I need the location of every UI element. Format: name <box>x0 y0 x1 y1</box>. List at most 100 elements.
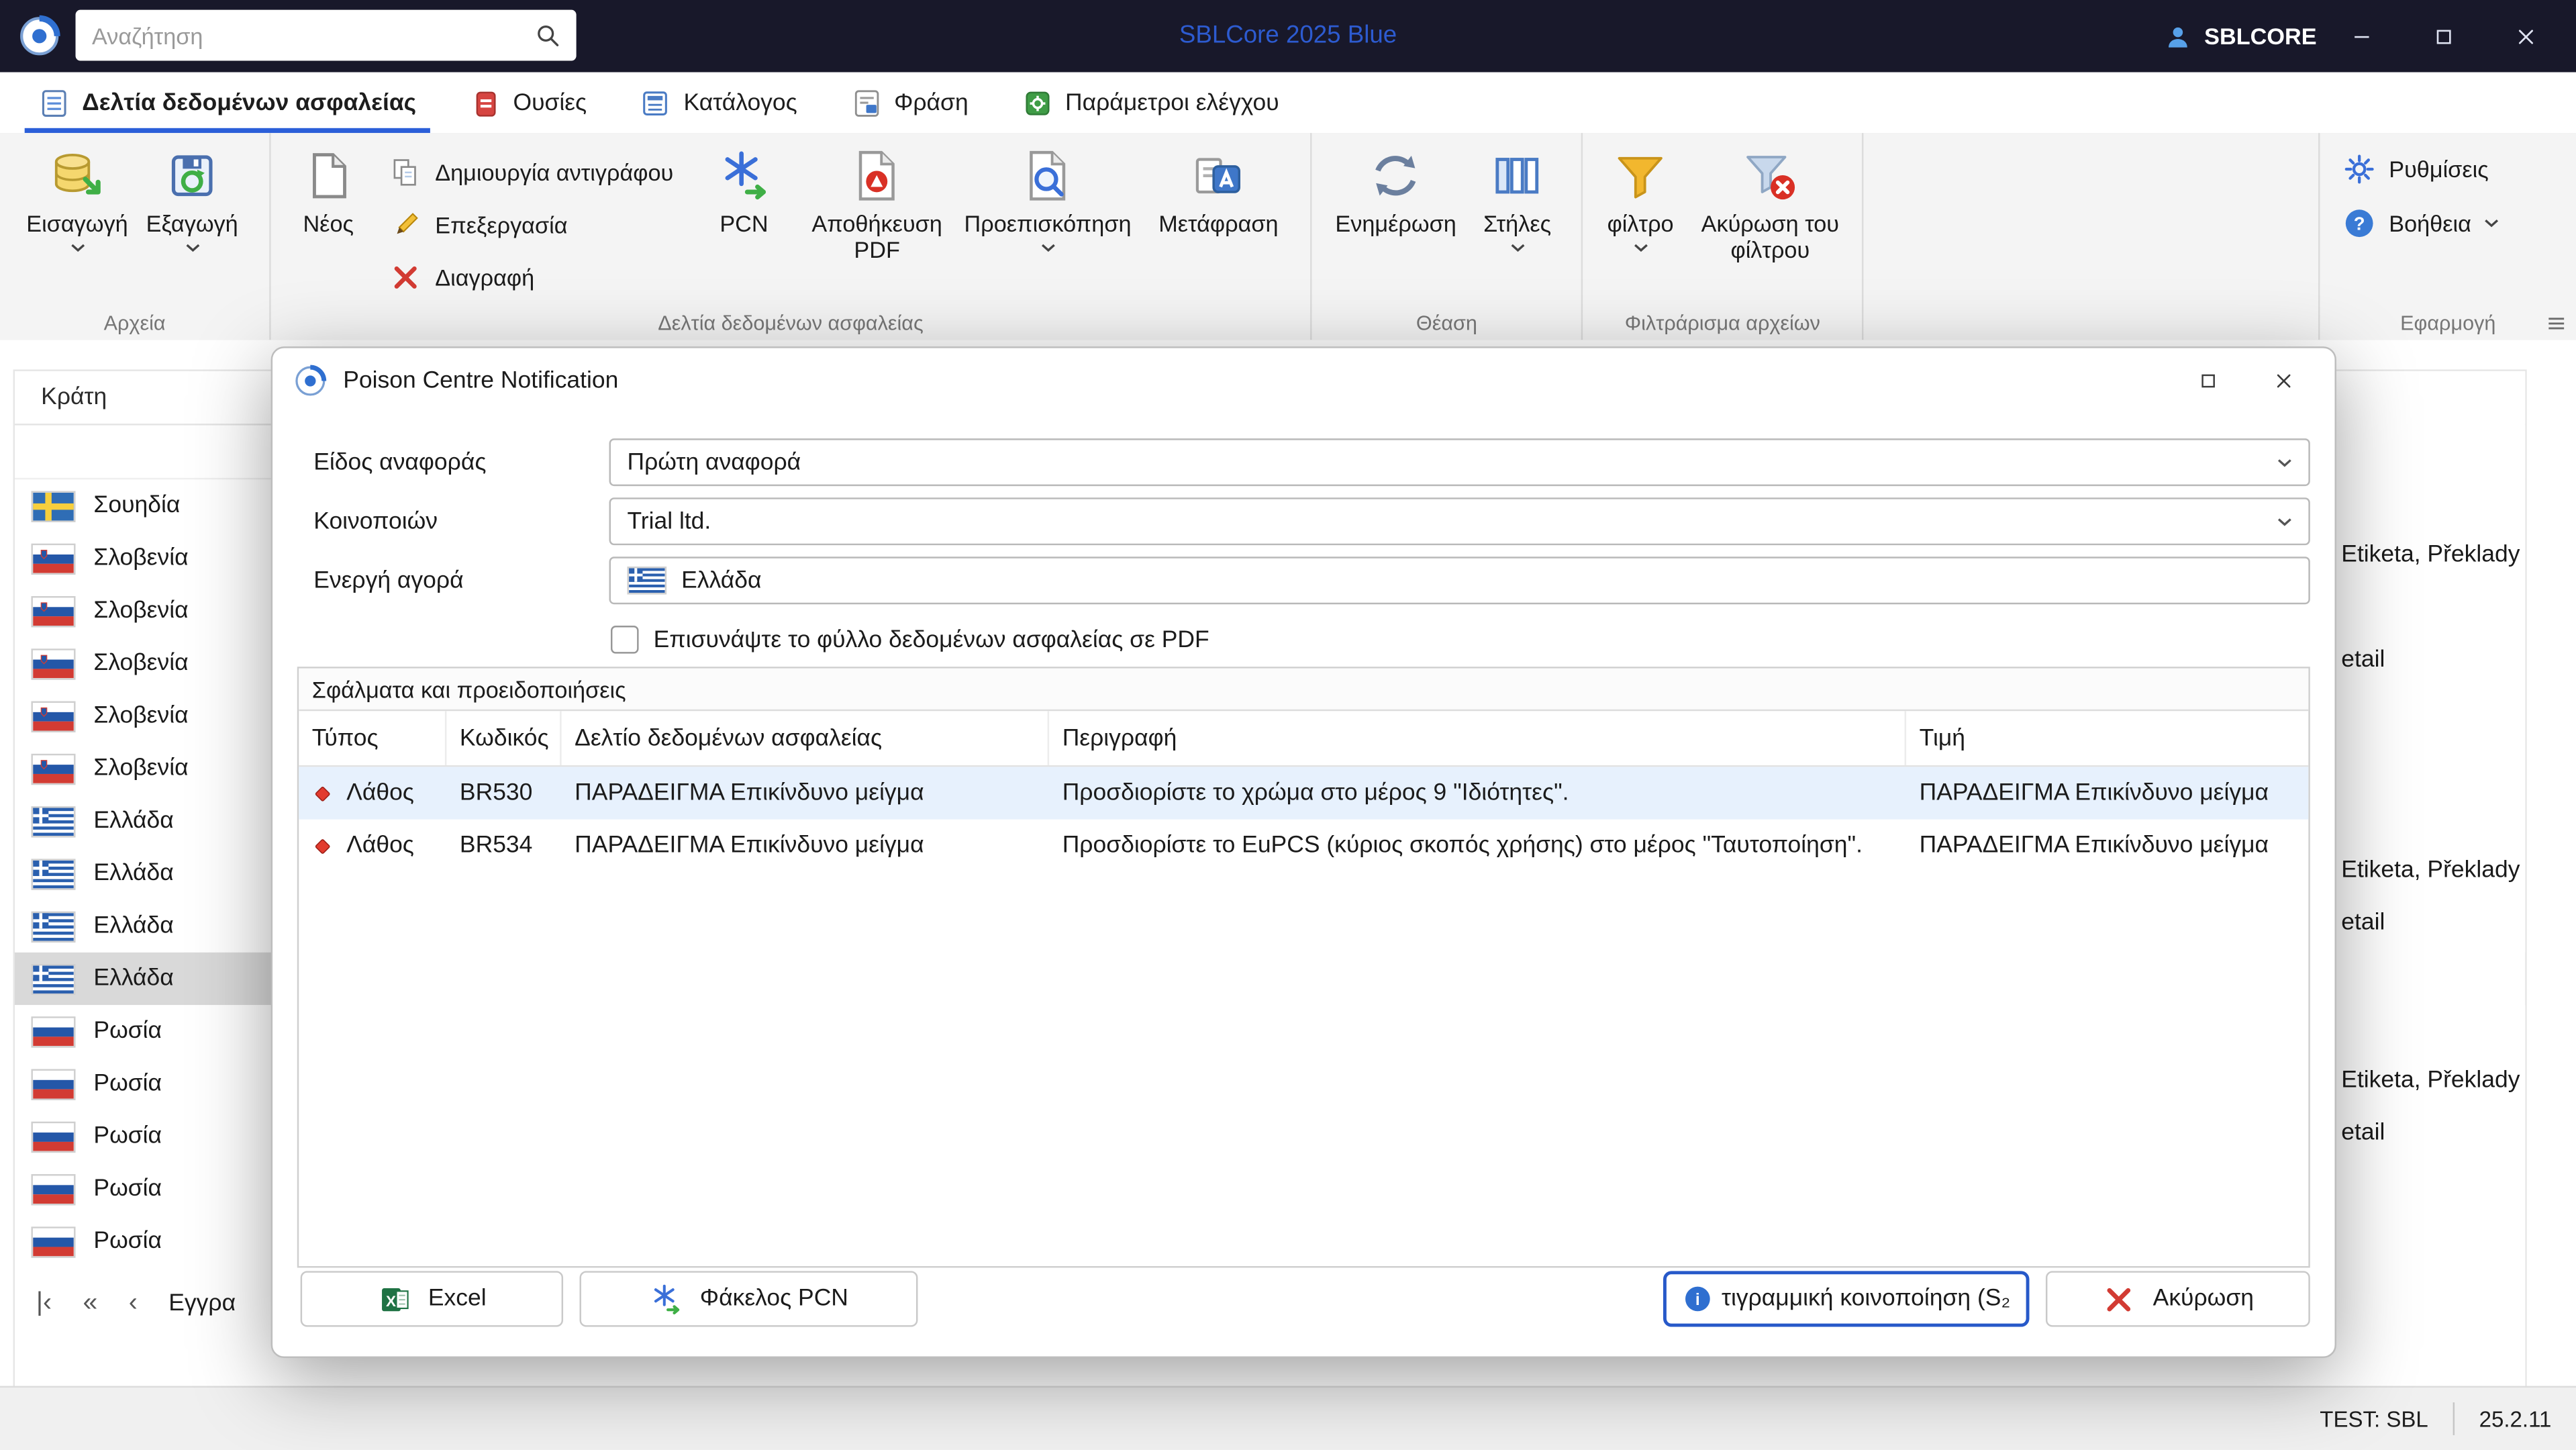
error-row[interactable]: Λάθος BR534 ΠΑΡΑΔΕΙΓΜΑ Επικίνδυνο μείγμα… <box>299 820 2308 872</box>
error-code: BR530 <box>446 767 561 819</box>
preview-button[interactable]: Προεπισκόπηση <box>959 133 1136 252</box>
pcn-dialog: Poison Centre Notification Είδος αναφορά… <box>271 346 2336 1358</box>
tab-label: Φράση <box>894 89 969 115</box>
delete-label: Διαγραφή <box>435 264 534 291</box>
column-header-code[interactable]: Κωδικός <box>446 711 561 765</box>
new-button[interactable]: Νέος <box>281 133 376 238</box>
sds-tab-icon <box>38 86 70 119</box>
pager-prev-group-button[interactable]: « <box>83 1291 97 1317</box>
pcn-icon <box>649 1282 683 1316</box>
global-search[interactable] <box>76 10 577 61</box>
country-name: Ρωσία <box>93 1228 162 1255</box>
error-row[interactable]: Λάθος BR530 ΠΑΡΑΔΕΙΓΜΑ Επικίνδυνο μείγμα… <box>299 767 2308 819</box>
error-description: Προσδιορίστε το χρώμα στο μέρος 9 "Ιδιότ… <box>1049 767 1906 819</box>
country-name: Ελλάδα <box>93 965 173 992</box>
active-market-field[interactable]: Ελλάδα <box>609 557 2310 604</box>
search-icon[interactable] <box>534 21 562 50</box>
sds-small-actions: Δημιουργία αντιγράφου Επεξεργασία Διαγρα… <box>376 133 693 294</box>
columns-button[interactable]: Στήλες <box>1467 133 1569 252</box>
country-name: Ελλάδα <box>93 808 173 834</box>
refresh-button[interactable]: Ενημέρωση <box>1325 133 1466 238</box>
russia-flag-icon <box>31 1226 75 1257</box>
cancel-button[interactable]: Ακύρωση <box>2046 1271 2310 1326</box>
slovenia-flag-icon <box>31 753 75 784</box>
grid-pager: |‹ « ‹ Εγγρα <box>36 1291 236 1317</box>
ribbon-group-filtering: φίλτρο Ακύρωση του φίλτρου Φιλτράρισμα α… <box>1583 133 1863 340</box>
import-label: Εισαγωγή <box>26 212 128 238</box>
report-type-select[interactable]: Πρώτη αναφορά <box>609 438 2310 486</box>
column-header-value[interactable]: Τιμή <box>1906 711 2308 765</box>
preview-icon <box>1020 148 1075 203</box>
ribbon-group-application: Ρυθμίσεις Βοήθεια Εφαρμογή <box>2318 133 2576 340</box>
column-header-description[interactable]: Περιγραφή <box>1049 711 1906 765</box>
slovenia-flag-icon <box>31 542 75 573</box>
edit-button[interactable]: Επεξεργασία <box>389 209 674 242</box>
help-button[interactable]: Βοήθεια <box>2343 207 2499 240</box>
slovenia-flag-icon <box>31 595 75 626</box>
import-button[interactable]: Εισαγωγή <box>19 133 134 252</box>
new-label: Νέος <box>303 212 354 238</box>
error-value: ΠΑΡΑΔΕΙΓΜΑ Επικίνδυνο μείγμα <box>1906 820 2308 872</box>
titlebar: SBLCore 2025 Blue SBLCORE <box>0 0 2576 72</box>
attach-sds-checkbox[interactable] <box>611 626 639 654</box>
filter-button[interactable]: φίλτρο <box>1593 133 1688 252</box>
greece-flag-icon <box>627 567 666 595</box>
tab-safety-data-sheets[interactable]: Δελτία δεδομένων ασφαλείας <box>23 72 431 134</box>
pager-prev-button[interactable]: ‹ <box>129 1291 138 1317</box>
statusbar: TEST: SBL 25.2.11 <box>0 1386 2576 1450</box>
pager-first-button[interactable]: |‹ <box>36 1291 52 1317</box>
clear-filter-label: Ακύρωση του φίλτρου <box>1688 212 1852 264</box>
notifier-select[interactable]: Trial ltd. <box>609 497 2310 545</box>
translate-button[interactable]: Μετάφραση <box>1136 133 1301 238</box>
refresh-label: Ενημέρωση <box>1335 212 1456 238</box>
account-button[interactable]: SBLCORE <box>2163 0 2317 72</box>
column-header-type[interactable]: Τύπος <box>299 711 446 765</box>
slovenia-flag-icon <box>31 648 75 679</box>
group-label-sds: Δελτία δεδομένων ασφαλείας <box>271 312 1311 335</box>
settings-button[interactable]: Ρυθμίσεις <box>2343 152 2489 185</box>
pcn-folder-button[interactable]: Φάκελος PCN <box>580 1271 918 1326</box>
translate-label: Μετάφραση <box>1158 212 1278 238</box>
excel-button[interactable]: Excel <box>301 1271 563 1326</box>
country-name: Ρωσία <box>93 1018 162 1045</box>
app-logo-icon <box>18 15 61 58</box>
search-input[interactable] <box>76 22 534 48</box>
tab-control-parameters[interactable]: Παράμετροι ελέγχου <box>1006 72 1294 134</box>
greece-flag-icon <box>31 806 75 836</box>
minimize-button[interactable] <box>2320 0 2401 72</box>
error-description: Προσδιορίστε το EuPCS (κύριος σκοπός χρή… <box>1049 820 1906 872</box>
online-notification-button[interactable]: τιγραμμική κοινοποίηση (S₂ <box>1663 1271 2030 1326</box>
close-button[interactable] <box>2484 0 2566 72</box>
tab-phrase[interactable]: Φράση <box>835 72 983 134</box>
chevron-down-icon <box>1633 242 1648 252</box>
country-name: Ρωσία <box>93 1071 162 1097</box>
pcn-button[interactable]: PCN <box>693 133 795 238</box>
column-header-sds[interactable]: Δελτίο δεδομένων ασφαλείας <box>562 711 1050 765</box>
tab-catalog[interactable]: Κατάλογος <box>624 72 811 134</box>
copy-icon <box>389 156 422 189</box>
chevron-down-icon <box>70 242 85 252</box>
copy-button[interactable]: Δημιουργία αντιγράφου <box>389 156 674 189</box>
info-icon <box>1682 1284 1712 1314</box>
save-pdf-button[interactable]: Αποθήκευση PDF <box>795 133 959 263</box>
cell-fragment: Etiketa, Překlady <box>2341 1054 2522 1106</box>
chevron-down-icon <box>185 242 199 252</box>
group-label-filtering: Φιλτράρισμα αρχείων <box>1583 312 1862 335</box>
delete-button[interactable]: Διαγραφή <box>389 261 674 294</box>
tab-substances[interactable]: Ουσίες <box>454 72 601 134</box>
tab-label: Παράμετροι ελέγχου <box>1065 89 1279 115</box>
greece-flag-icon <box>31 858 75 889</box>
dialog-close-button[interactable] <box>2246 348 2322 414</box>
dialog-maximize-button[interactable] <box>2171 348 2246 414</box>
dialog-logo-icon <box>294 365 327 397</box>
phrase-tab-icon <box>850 86 883 119</box>
clear-filter-button[interactable]: Ακύρωση του φίλτρου <box>1688 133 1852 263</box>
dialog-titlebar[interactable]: Poison Centre Notification <box>273 348 2334 414</box>
tab-label: Κατάλογος <box>683 89 797 115</box>
export-button[interactable]: Εξαγωγή <box>135 133 250 252</box>
group-menu-icon[interactable] <box>2545 312 2568 335</box>
country-name: Σλοβενία <box>93 545 188 571</box>
tab-label: Δελτία δεδομένων ασφαλείας <box>82 89 416 115</box>
maximize-button[interactable] <box>2402 0 2484 72</box>
substances-tab-icon <box>468 86 501 119</box>
